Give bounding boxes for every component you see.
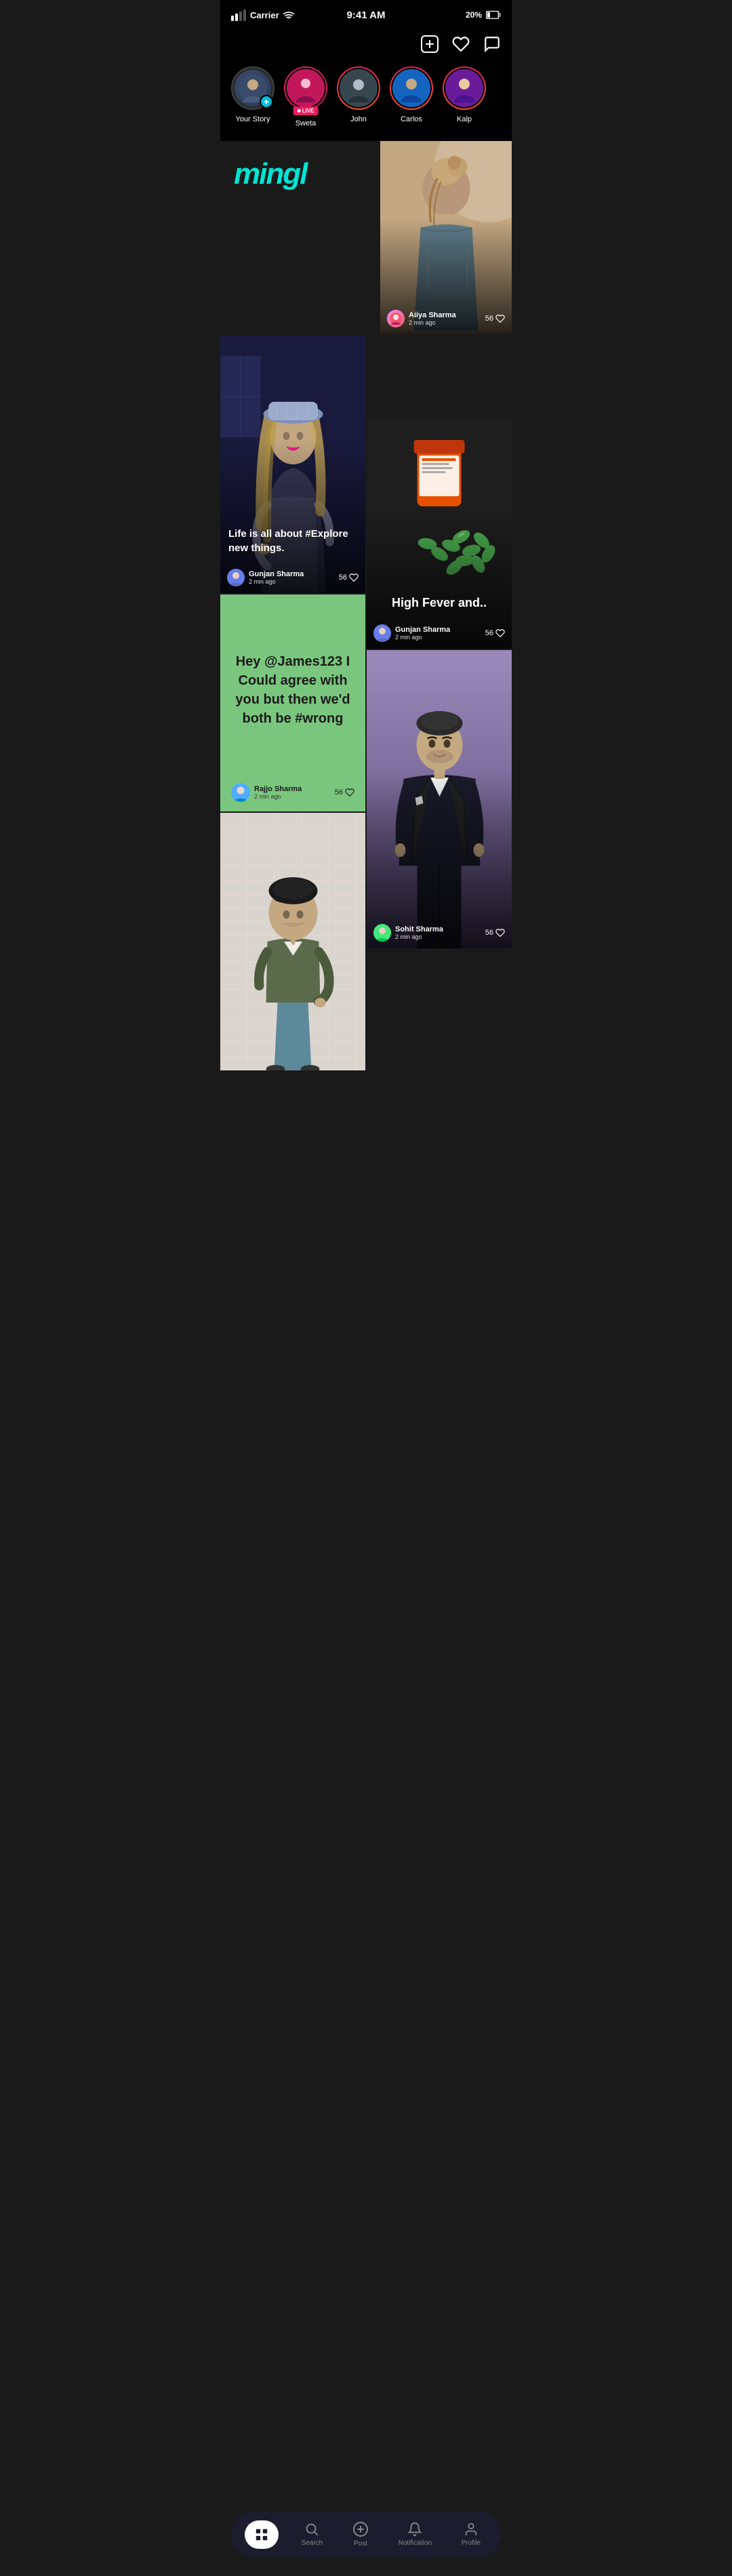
story-item-sweta[interactable]: LIVE Sweta xyxy=(284,66,327,127)
story-item-john[interactable]: John xyxy=(337,66,380,127)
author-time-sohit: 2 min ago xyxy=(395,933,443,940)
nav-item-home[interactable] xyxy=(245,2520,279,2549)
mingl-logo-card: mingl xyxy=(220,141,379,334)
nav-label-profile: Profile xyxy=(462,2539,481,2547)
feed-row-1: mingl xyxy=(220,141,512,334)
post-likes-gunjan: 56 xyxy=(339,573,359,582)
post-card-aiiya[interactable]: Aiiya Sharma 2 min ago 56 xyxy=(380,141,512,334)
user-icon xyxy=(464,2522,479,2537)
grid-icon xyxy=(254,2527,269,2542)
status-right: 20% xyxy=(466,10,501,20)
stories-row: + Your Story LIVE Sweta xyxy=(220,58,512,141)
add-icon[interactable] xyxy=(421,35,439,53)
post-likes-aiiya: 56 xyxy=(485,314,505,323)
bell-icon xyxy=(407,2522,422,2537)
mingl-logo: mingl xyxy=(234,157,306,191)
story-item-your-story[interactable]: + Your Story xyxy=(231,66,274,127)
post-likes-rajjo: 56 xyxy=(335,788,354,797)
post-card-sohit[interactable]: Sohit Sharma 2 min ago 56 xyxy=(367,650,512,948)
feed-row-2: Life is all about #Explore new things. G… xyxy=(220,336,512,1070)
story-label-sweta: Sweta xyxy=(296,119,317,127)
post-text-rajjo: Hey @James123 I Could agree with you but… xyxy=(231,608,354,772)
nav-label-notification: Notification xyxy=(399,2539,432,2547)
author-time-gunjan: 2 min ago xyxy=(249,578,304,585)
bottom-nav: Search Post Notification Profile xyxy=(220,2506,512,2576)
signal-dots xyxy=(231,9,246,21)
top-action-bar xyxy=(220,30,512,58)
carrier-label: Carrier xyxy=(250,10,279,20)
nav-label-post: Post xyxy=(354,2540,367,2548)
author-time-aiiya: 2 min ago xyxy=(409,319,456,326)
post-likes-pills: 56 xyxy=(485,628,505,638)
feed: mingl xyxy=(220,141,512,1070)
post-quote-gunjan: Life is all about #Explore new things. xyxy=(228,527,357,555)
message-icon[interactable] xyxy=(483,35,501,53)
post-likes-sohit: 56 xyxy=(485,928,505,938)
post-card-gunjan[interactable]: Life is all about #Explore new things. G… xyxy=(220,336,365,593)
nav-item-post[interactable]: Post xyxy=(346,2517,375,2552)
status-left: Carrier xyxy=(231,9,294,21)
story-label-your-story: Your Story xyxy=(236,115,270,123)
plus-circle-icon xyxy=(352,2521,369,2537)
story-label-john: John xyxy=(350,115,367,123)
story-item-carlos[interactable]: Carlos xyxy=(390,66,433,127)
wifi-icon xyxy=(283,11,294,19)
search-icon xyxy=(304,2522,319,2537)
author-time-pills: 2 min ago xyxy=(395,634,450,641)
battery-icon xyxy=(486,11,501,19)
author-name-rajjo: Rajjo Sharma xyxy=(254,785,302,793)
post-card-man-thinking[interactable] xyxy=(220,813,365,1070)
story-item-kalp[interactable]: Kalp xyxy=(443,66,486,127)
heart-icon[interactable] xyxy=(452,35,470,53)
story-label-kalp: Kalp xyxy=(457,115,472,123)
add-story-button[interactable]: + xyxy=(260,95,273,108)
live-badge-sweta: LIVE xyxy=(293,106,319,115)
status-bar: Carrier 9:41 AM 20% xyxy=(220,0,512,30)
post-card-pills[interactable]: High Fever and.. Gunjan Sharma 2 min ago xyxy=(367,418,512,649)
post-card-rajjo[interactable]: Hey @James123 I Could agree with you but… xyxy=(220,595,365,811)
nav-item-notification[interactable]: Notification xyxy=(392,2518,439,2551)
author-name-pills: Gunjan Sharma xyxy=(395,626,450,634)
story-label-carlos: Carlos xyxy=(401,115,422,123)
nav-label-search: Search xyxy=(302,2539,323,2547)
nav-item-profile[interactable]: Profile xyxy=(455,2518,487,2551)
author-time-rajjo: 2 min ago xyxy=(254,793,302,800)
author-name-sohit: Sohit Sharma xyxy=(395,925,443,933)
nav-item-search[interactable]: Search xyxy=(295,2518,330,2551)
author-name-gunjan: Gunjan Sharma xyxy=(249,570,304,578)
battery-percent: 20% xyxy=(466,10,482,20)
post-quote-pills: High Fever and.. xyxy=(375,595,504,611)
author-name-aiiya: Aiiya Sharma xyxy=(409,311,456,319)
status-time: 9:41 AM xyxy=(347,9,386,21)
